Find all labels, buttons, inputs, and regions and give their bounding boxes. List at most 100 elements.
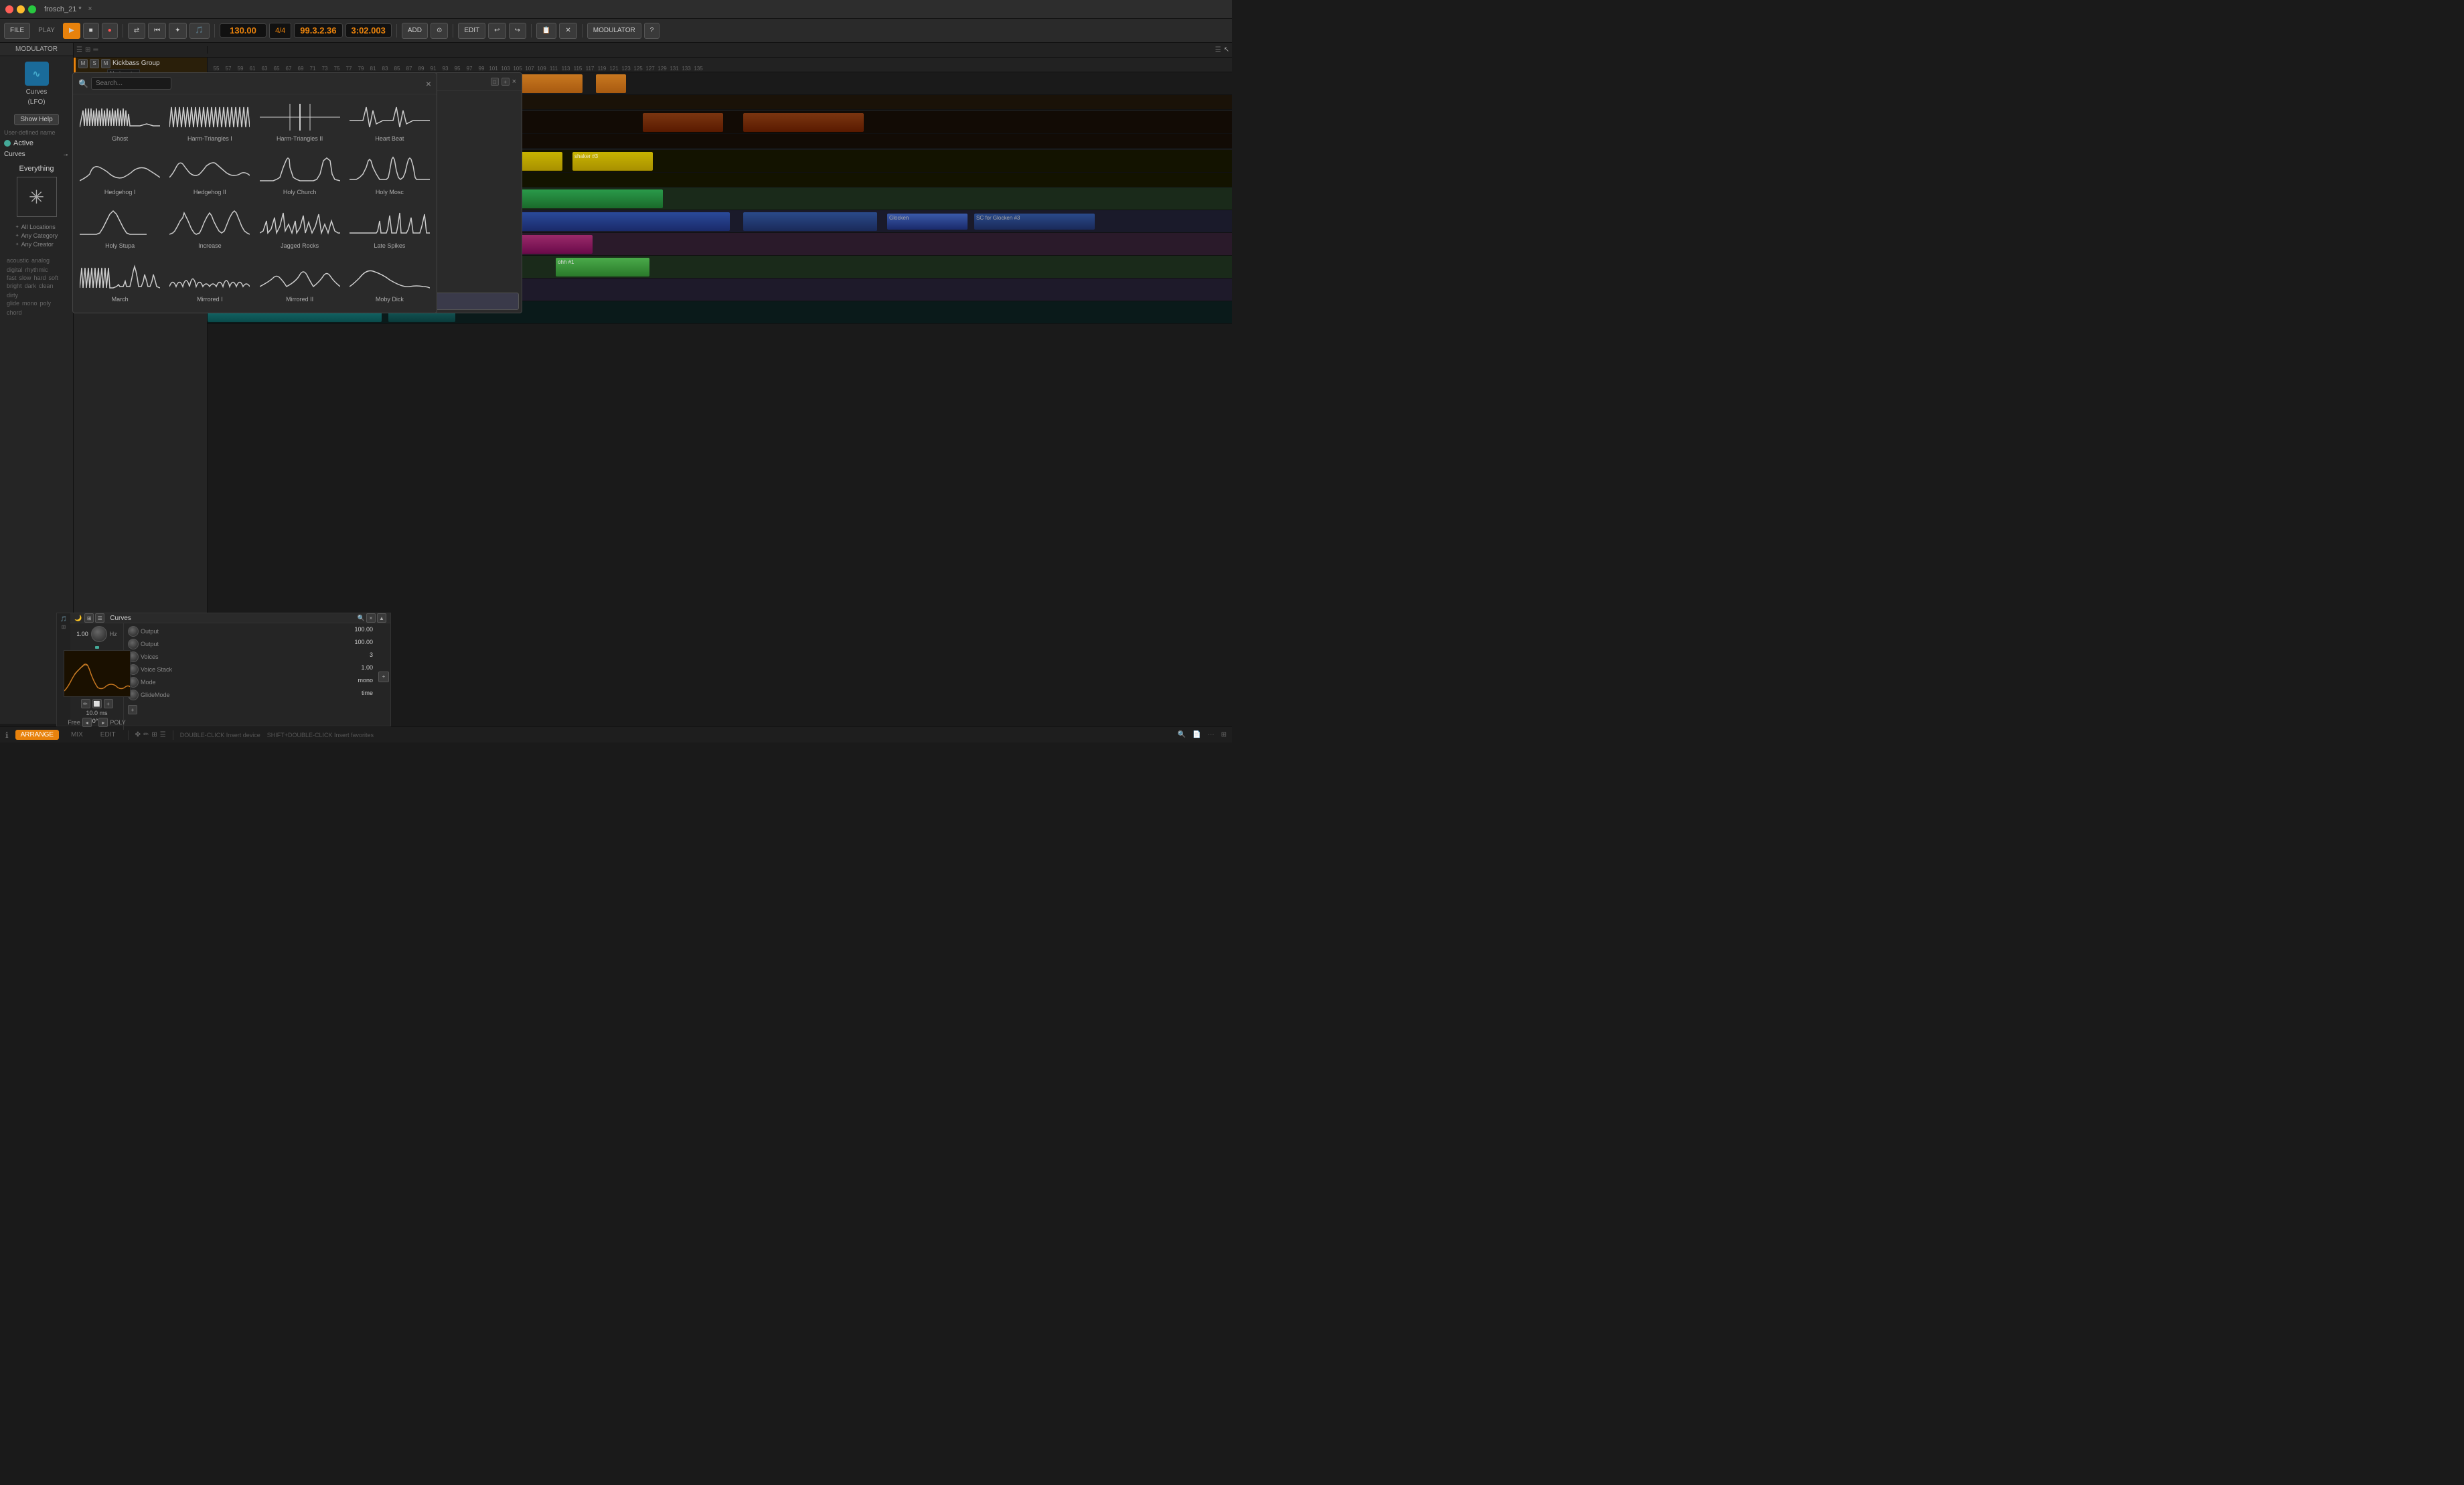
tempo-display[interactable]: 130.00 xyxy=(220,23,266,37)
curve-item-increase[interactable]: Increase xyxy=(165,204,254,256)
tag-mono[interactable]: mono xyxy=(22,300,37,307)
curves-arrow[interactable]: → xyxy=(62,151,69,158)
tag-rhythmic[interactable]: rhythmic xyxy=(25,266,48,273)
clip-kickbass-2[interactable] xyxy=(596,74,626,93)
terrain-plus-icon[interactable]: + xyxy=(502,78,510,86)
curve-item-holymosc[interactable]: Holy Mosc xyxy=(345,151,434,203)
filter-any-creator[interactable]: Any Creator xyxy=(15,241,58,248)
status-icon3[interactable]: ⊞ xyxy=(151,731,157,738)
bp-add-module-btn[interactable]: + xyxy=(128,705,137,714)
tag-poly[interactable]: poly xyxy=(40,300,52,307)
rewind-button[interactable]: ⏮ xyxy=(148,23,166,39)
tag-fast[interactable]: fast xyxy=(7,275,17,281)
tag-chord[interactable]: chord xyxy=(7,309,22,316)
terrain-close-icon[interactable]: × xyxy=(512,78,516,86)
curve-item-march[interactable]: March xyxy=(76,258,164,310)
bp-add-btn[interactable]: + xyxy=(104,699,113,708)
curves-search-input[interactable] xyxy=(91,77,171,90)
filter-any-category[interactable]: Any Category xyxy=(15,232,58,239)
status-search-icon[interactable]: 🔍 xyxy=(1178,731,1186,738)
arrange-tab[interactable]: ARRANGE xyxy=(15,730,59,740)
bp-pencil-btn[interactable]: ✏ xyxy=(81,699,90,708)
clip-hats-3[interactable] xyxy=(743,113,864,132)
record-button[interactable]: ● xyxy=(102,23,118,39)
curve-item-ghost[interactable]: Ghost xyxy=(76,97,164,149)
add-button[interactable]: ADD xyxy=(402,23,428,39)
curve-item-heartbeat[interactable]: Heart Beat xyxy=(345,97,434,149)
curve-item-mobydick[interactable]: Moby Dick xyxy=(345,258,434,310)
track-solo-kickbass[interactable]: S xyxy=(90,59,99,68)
redo-button[interactable]: ↪ xyxy=(509,23,526,39)
track-list-icon1[interactable]: ☰ xyxy=(76,46,82,54)
modulator-button[interactable]: MODULATOR xyxy=(587,23,641,39)
tag-slow[interactable]: slow xyxy=(19,275,31,281)
curve-item-mirrored1[interactable]: Mirrored I xyxy=(165,258,254,310)
tag-digital[interactable]: digital xyxy=(7,266,23,273)
bp-output-knob2[interactable] xyxy=(128,639,139,649)
curve-item-holychurch[interactable]: Holy Church xyxy=(256,151,344,203)
click-button[interactable]: 🎵 xyxy=(189,23,210,39)
track-list-icon2[interactable]: ⊞ xyxy=(85,46,90,54)
tag-dirty[interactable]: dirty xyxy=(7,292,18,299)
bp-list-btn[interactable]: ☰ xyxy=(95,613,104,623)
curve-item-harm1[interactable]: Harm-Triangles I xyxy=(165,97,254,149)
curve-item-hedgehog1[interactable]: Hedgehog I xyxy=(76,151,164,203)
tag-dark[interactable]: dark xyxy=(25,283,37,289)
curve-item-latespikes[interactable]: Late Spikes xyxy=(345,204,434,256)
status-icon1[interactable]: ✤ xyxy=(135,731,141,738)
cursor-icon[interactable]: ↖ xyxy=(1224,46,1229,54)
time-display[interactable]: 3:02.003 xyxy=(345,23,392,37)
tag-bright[interactable]: bright xyxy=(7,283,22,289)
bp-size-btn[interactable]: ⬜ xyxy=(92,699,102,708)
bp-close-btn[interactable]: × xyxy=(366,613,376,623)
file-button[interactable]: FILE xyxy=(4,23,30,39)
bp-right-add-btn[interactable]: + xyxy=(378,672,389,682)
track-mute-kickbass[interactable]: M xyxy=(78,59,88,68)
maximize-button[interactable] xyxy=(28,5,36,13)
bp-grid-btn[interactable]: ⊞ xyxy=(84,613,94,623)
show-help-button[interactable]: Show Help xyxy=(14,114,58,125)
edit-button[interactable]: EDIT xyxy=(458,23,485,39)
tag-hard[interactable]: hard xyxy=(34,275,46,281)
status-icon4[interactable]: ☰ xyxy=(160,731,166,738)
close-button[interactable] xyxy=(5,5,13,13)
copy-button[interactable]: 📋 xyxy=(536,23,556,39)
curve-item-jaggedrocks[interactable]: Jagged Rocks xyxy=(256,204,344,256)
curve-item-hedgehog2[interactable]: Hedgehog II xyxy=(165,151,254,203)
tag-glide[interactable]: glide xyxy=(7,300,19,307)
undo-button[interactable]: ↩ xyxy=(488,23,506,39)
position-display[interactable]: 99.3.2.36 xyxy=(294,23,342,37)
curves-browser-close[interactable]: × xyxy=(426,78,431,89)
mix-tab[interactable]: MIX xyxy=(66,730,88,740)
status-icon2[interactable]: ✏ xyxy=(143,731,149,738)
capture-button[interactable]: ⊙ xyxy=(431,23,448,39)
bp-deg-down[interactable]: ◂ xyxy=(82,718,92,727)
tag-acoustic[interactable]: acoustic xyxy=(7,257,29,264)
punch-button[interactable]: ✦ xyxy=(169,23,186,39)
status-grid-icon[interactable]: ⊞ xyxy=(1221,731,1227,738)
bp-rate-knob[interactable] xyxy=(91,626,107,642)
delete-button[interactable]: ✕ xyxy=(559,23,576,39)
bp-expand-btn[interactable]: ▲ xyxy=(377,613,386,623)
status-more-icon[interactable]: ⋯ xyxy=(1208,731,1215,738)
track-arm-kickbass[interactable]: M xyxy=(101,59,110,68)
bp-deg-up[interactable]: ▸ xyxy=(98,718,108,727)
status-file-icon[interactable]: 📄 xyxy=(1192,731,1201,738)
filter-all-locations[interactable]: All Locations xyxy=(15,224,58,230)
edit-tab[interactable]: EDIT xyxy=(95,730,121,740)
tag-analog[interactable]: analog xyxy=(31,257,50,264)
tag-soft[interactable]: soft xyxy=(49,275,59,281)
clip-hats-2[interactable] xyxy=(643,113,723,132)
minimize-button[interactable] xyxy=(17,5,25,13)
curve-item-holystupa[interactable]: Holy Stupa xyxy=(76,204,164,256)
track-actions-icon[interactable]: ☰ xyxy=(1215,46,1221,54)
loop-button[interactable]: ⇄ xyxy=(128,23,145,39)
bp-output-knob1[interactable] xyxy=(128,626,139,637)
clip-shaker-2[interactable]: shaker #3 xyxy=(572,152,653,171)
play-button[interactable]: ▶ xyxy=(63,23,80,39)
time-sig[interactable]: 4/4 xyxy=(269,23,291,39)
close-tab-icon[interactable]: × xyxy=(88,5,92,13)
help-button[interactable]: ? xyxy=(644,23,660,39)
stop-button[interactable]: ■ xyxy=(83,23,99,39)
track-list-icon3[interactable]: ═ xyxy=(93,46,98,54)
